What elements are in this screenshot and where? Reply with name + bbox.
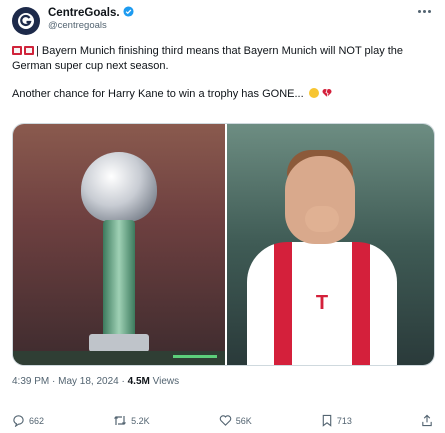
more-options-icon[interactable] — [418, 10, 431, 13]
crying-face-emoji-icon — [308, 88, 319, 98]
flag-icon — [12, 46, 22, 55]
like-count: 56K — [235, 415, 252, 426]
bookmark-icon — [322, 414, 332, 427]
player-hand — [305, 206, 339, 232]
tweet-meta: 4:39 PM · May 18, 2024 · 4.5M Views — [12, 376, 179, 387]
bookmark-count: 713 — [336, 415, 352, 426]
repost-icon — [114, 416, 127, 425]
tweet-text: | Bayern Munich finishing third means th… — [12, 44, 432, 116]
like-icon — [219, 415, 231, 426]
trophy-stem — [103, 220, 135, 340]
tweet-media[interactable]: T — [12, 123, 435, 366]
centregoals-logo-icon — [18, 13, 34, 29]
share-icon — [422, 414, 432, 427]
trophy-base — [89, 334, 149, 352]
flag-icon — [24, 46, 34, 55]
repost-button[interactable]: 5.2K — [113, 414, 150, 427]
avatar[interactable] — [12, 7, 40, 35]
post-time[interactable]: 4:39 PM · May 18, 2024 · — [12, 376, 128, 387]
share-button[interactable] — [421, 414, 433, 427]
tweet-header: CentreGoals. @centregoals — [12, 6, 134, 35]
author-handle[interactable]: @centregoals — [48, 20, 134, 32]
repost-count: 5.2K — [131, 415, 150, 426]
author-display-name[interactable]: CentreGoals. — [48, 7, 120, 19]
trophy-bowl — [81, 152, 157, 222]
broken-heart-emoji-icon — [322, 89, 332, 98]
action-bar: 662 5.2K 56K 713 — [12, 414, 433, 427]
verified-badge-icon — [123, 6, 134, 20]
bookmark-button[interactable]: 713 — [321, 414, 352, 427]
reply-icon — [13, 415, 24, 427]
trophy-photo[interactable] — [13, 124, 225, 365]
player-photo[interactable]: T — [227, 124, 434, 365]
photo-strip — [13, 351, 225, 365]
views-count: 4.5M — [127, 376, 150, 387]
like-button[interactable]: 56K — [219, 414, 252, 427]
reply-button[interactable]: 662 — [12, 414, 44, 427]
tweet-line-1: | Bayern Munich finishing third means th… — [12, 45, 404, 72]
tweet-line-2: Another chance for Harry Kane to win a t… — [12, 88, 304, 100]
sponsor-logo-icon: T — [315, 292, 329, 314]
views-label: Views — [149, 376, 180, 387]
reply-count: 662 — [29, 415, 45, 426]
